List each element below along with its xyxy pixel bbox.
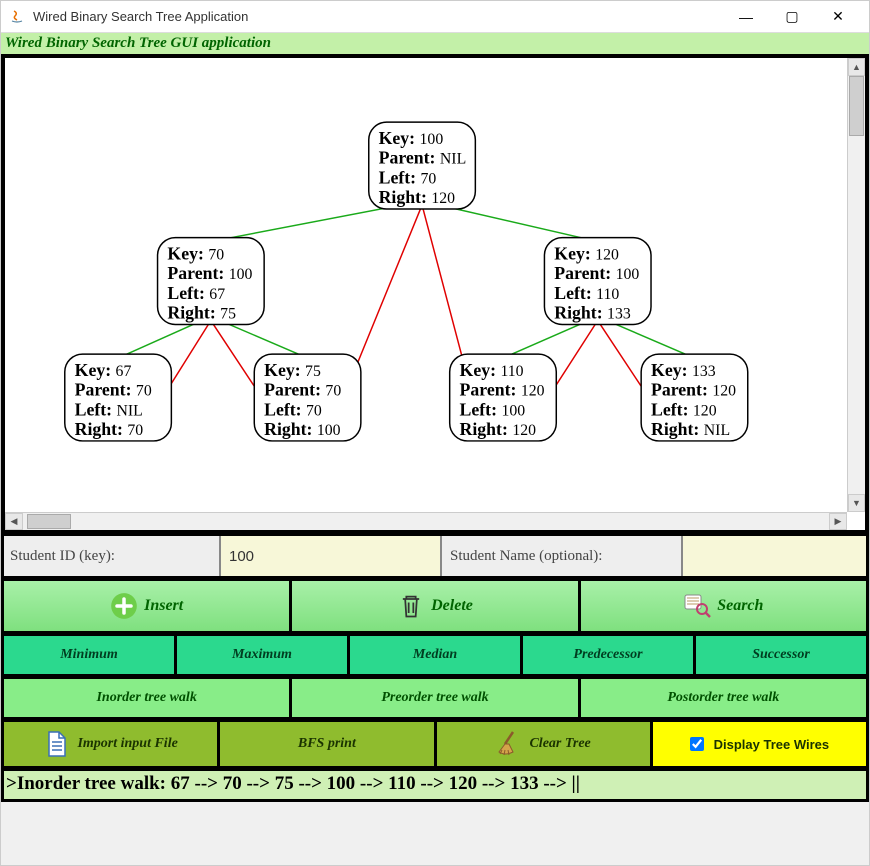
plus-icon xyxy=(110,592,138,620)
search-label: Search xyxy=(717,597,763,615)
svg-text:Parent: 100: Parent: 100 xyxy=(554,263,639,283)
student-id-input[interactable]: 100 xyxy=(219,536,440,576)
svg-text:Left: 70: Left: 70 xyxy=(379,167,437,187)
delete-button[interactable]: Delete xyxy=(292,581,580,631)
app-window: Wired Binary Search Tree Application — ▢… xyxy=(0,0,870,866)
util-button-row: Import input File BFS print Clear Tree D… xyxy=(1,719,869,769)
main-button-row: Insert Delete Search xyxy=(1,578,869,634)
insert-label: Insert xyxy=(144,597,183,615)
svg-text:Right: 133: Right: 133 xyxy=(554,303,631,323)
import-label: Import input File xyxy=(77,736,177,752)
v-scroll-thumb[interactable] xyxy=(849,76,864,136)
app-header: Wired Binary Search Tree GUI application xyxy=(1,33,869,54)
student-name-label: Student Name (optional): xyxy=(440,536,681,576)
inorder-button[interactable]: Inorder tree walk xyxy=(4,679,292,717)
insert-button[interactable]: Insert xyxy=(4,581,292,631)
window-title: Wired Binary Search Tree Application xyxy=(33,9,723,24)
svg-text:Right: NIL: Right: NIL xyxy=(651,419,730,439)
svg-text:Left: 70: Left: 70 xyxy=(264,399,322,419)
walk-button-row: Inorder tree walk Preorder tree walk Pos… xyxy=(1,676,869,720)
svg-text:Right: 120: Right: 120 xyxy=(460,419,537,439)
student-id-label: Student ID (key): xyxy=(4,536,219,576)
tree-canvas[interactable]: Key: 100Parent: NILLeft: 70Right: 120Key… xyxy=(5,58,847,512)
h-scroll-thumb[interactable] xyxy=(27,514,71,529)
java-icon xyxy=(9,9,25,25)
bfs-label: BFS print xyxy=(298,736,356,752)
status-bar: >Inorder tree walk: 67 --> 70 --> 75 -->… xyxy=(1,768,869,802)
successor-button[interactable]: Successor xyxy=(696,636,866,674)
postorder-button[interactable]: Postorder tree walk xyxy=(581,679,866,717)
maximize-button[interactable]: ▢ xyxy=(769,2,815,32)
svg-text:Left: 100: Left: 100 xyxy=(460,399,526,419)
minimum-label: Minimum xyxy=(60,647,118,663)
wires-checkbox-cell[interactable]: Display Tree Wires xyxy=(653,722,866,766)
delete-label: Delete xyxy=(431,597,473,615)
tree-canvas-wrapper: Key: 100Parent: NILLeft: 70Right: 120Key… xyxy=(1,54,869,534)
svg-text:Key: 100: Key: 100 xyxy=(379,128,444,148)
query-button-row: Minimum Maximum Median Predecessor Succe… xyxy=(1,633,869,677)
title-bar: Wired Binary Search Tree Application — ▢… xyxy=(1,1,869,33)
maximum-button[interactable]: Maximum xyxy=(177,636,350,674)
median-button[interactable]: Median xyxy=(350,636,523,674)
tree-svg: Key: 100Parent: NILLeft: 70Right: 120Key… xyxy=(5,58,847,512)
svg-text:Key: 120: Key: 120 xyxy=(554,243,619,263)
successor-label: Successor xyxy=(752,647,810,663)
svg-text:Key: 70: Key: 70 xyxy=(167,243,224,263)
broom-icon xyxy=(495,730,523,758)
close-button[interactable]: ✕ xyxy=(815,2,861,32)
svg-text:Key: 67: Key: 67 xyxy=(75,360,132,380)
svg-text:Parent: 120: Parent: 120 xyxy=(651,380,736,400)
file-icon xyxy=(43,730,71,758)
preorder-label: Preorder tree walk xyxy=(381,690,488,706)
trash-icon xyxy=(397,592,425,620)
wires-checkbox-label: Display Tree Wires xyxy=(714,737,830,752)
svg-text:Parent: NIL: Parent: NIL xyxy=(379,148,467,168)
svg-text:Left: NIL: Left: NIL xyxy=(75,399,143,419)
scroll-right-icon[interactable]: ▶ xyxy=(829,513,847,530)
search-button[interactable]: Search xyxy=(581,581,866,631)
form-row: Student ID (key): 100 Student Name (opti… xyxy=(1,533,869,579)
wires-checkbox[interactable] xyxy=(690,737,704,751)
scroll-up-icon[interactable]: ▲ xyxy=(848,58,865,76)
svg-text:Right: 100: Right: 100 xyxy=(264,419,341,439)
search-icon xyxy=(683,592,711,620)
scroll-down-icon[interactable]: ▼ xyxy=(848,494,865,512)
svg-text:Right: 75: Right: 75 xyxy=(167,303,236,323)
svg-text:Right: 120: Right: 120 xyxy=(379,187,456,207)
inorder-label: Inorder tree walk xyxy=(96,690,196,706)
minimize-button[interactable]: — xyxy=(723,2,769,32)
student-name-input[interactable] xyxy=(681,536,866,576)
median-label: Median xyxy=(413,647,457,663)
svg-text:Left: 67: Left: 67 xyxy=(167,283,225,303)
svg-text:Key: 110: Key: 110 xyxy=(460,360,524,380)
predecessor-button[interactable]: Predecessor xyxy=(523,636,696,674)
svg-text:Key: 75: Key: 75 xyxy=(264,360,321,380)
svg-text:Parent: 70: Parent: 70 xyxy=(264,380,341,400)
clear-label: Clear Tree xyxy=(529,736,590,752)
preorder-button[interactable]: Preorder tree walk xyxy=(292,679,580,717)
predecessor-label: Predecessor xyxy=(573,647,642,663)
svg-text:Key: 133: Key: 133 xyxy=(651,360,716,380)
svg-text:Parent: 100: Parent: 100 xyxy=(167,263,252,283)
bfs-button[interactable]: BFS print xyxy=(220,722,436,766)
maximum-label: Maximum xyxy=(232,647,292,663)
minimum-button[interactable]: Minimum xyxy=(4,636,177,674)
import-button[interactable]: Import input File xyxy=(4,722,220,766)
svg-text:Right: 70: Right: 70 xyxy=(75,419,144,439)
horizontal-scrollbar[interactable]: ◀ ▶ xyxy=(5,512,847,530)
vertical-scrollbar[interactable]: ▲ ▼ xyxy=(847,58,865,512)
clear-button[interactable]: Clear Tree xyxy=(437,722,653,766)
svg-text:Left: 120: Left: 120 xyxy=(651,399,717,419)
svg-text:Left: 110: Left: 110 xyxy=(554,283,619,303)
scroll-left-icon[interactable]: ◀ xyxy=(5,513,23,530)
svg-text:Parent: 70: Parent: 70 xyxy=(75,380,152,400)
postorder-label: Postorder tree walk xyxy=(667,690,779,706)
window-controls: — ▢ ✕ xyxy=(723,2,861,32)
svg-text:Parent: 120: Parent: 120 xyxy=(460,380,545,400)
